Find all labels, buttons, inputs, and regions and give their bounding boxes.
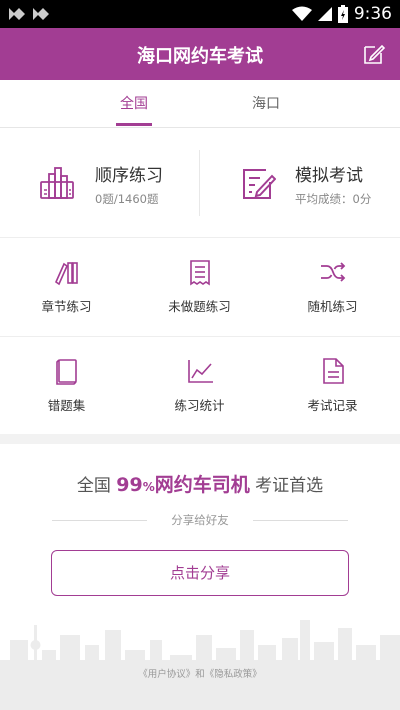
- receipt-icon: [190, 260, 210, 286]
- clock: 9:36: [353, 4, 392, 24]
- grid-label: 随机练习: [307, 299, 358, 314]
- region-tabs: 全国 海口: [0, 80, 400, 128]
- card-title: 模拟考试: [295, 166, 363, 186]
- city-skyline-image: [0, 620, 400, 710]
- card-title: 顺序练习: [95, 166, 163, 186]
- chapter-practice-button[interactable]: 章节练习: [0, 238, 133, 336]
- grid-label: 考试记录: [307, 398, 358, 413]
- status-bar: 9:36: [0, 0, 400, 28]
- unanswered-practice-button[interactable]: 未做题练习: [133, 238, 266, 336]
- books-icon: [54, 262, 78, 286]
- shuffle-icon: [321, 262, 346, 282]
- slogan-highlight: 99%网约车司机: [116, 474, 250, 496]
- mock-exam-card[interactable]: 模拟考试 平均成绩：0分: [200, 128, 400, 238]
- sequential-practice-card[interactable]: 顺序练习 0题/1460题: [0, 128, 200, 238]
- exam-records-button[interactable]: 考试记录: [266, 337, 399, 435]
- average-score: 平均成绩：0分: [295, 192, 372, 206]
- footer-links: 《用户协议》和《隐私政策》: [0, 666, 400, 680]
- notification-icon: [9, 8, 25, 20]
- wrong-questions-button[interactable]: 错题集: [0, 337, 133, 435]
- feature-grid: 章节练习 未做题练习 随机练习 错题集 练习统计 考试记录: [0, 238, 400, 434]
- promo-section: 全国 99%网约车司机 考证首选 分享给好友 点击分享 《用户协议》和《隐私政策…: [0, 444, 400, 710]
- bar-chart-icon: [40, 167, 74, 199]
- share-button[interactable]: 点击分享: [51, 550, 349, 596]
- footer-and: 和: [195, 669, 205, 680]
- notification-icon: [33, 8, 49, 20]
- progress-count: 0题/1460题: [95, 192, 159, 206]
- promo-slogan: 全国 99%网约车司机 考证首选: [0, 470, 400, 497]
- line-chart-icon: [188, 360, 213, 383]
- battery-icon: [337, 5, 348, 23]
- privacy-policy-link[interactable]: 《隐私政策》: [205, 669, 262, 680]
- share-hint: 分享给好友: [52, 512, 348, 528]
- slogan-suffix: 考证首选: [255, 476, 324, 496]
- grid-label: 练习统计: [174, 398, 225, 413]
- document-icon: [323, 358, 344, 384]
- slogan-prefix: 全国: [76, 476, 111, 496]
- wifi-icon: [291, 6, 312, 21]
- page-title: 海口网约车考试: [137, 46, 263, 67]
- grid-row: 章节练习 未做题练习 随机练习: [0, 238, 400, 336]
- grid-label: 错题集: [47, 398, 86, 413]
- tab-haikou[interactable]: 海口: [216, 80, 316, 128]
- divider: [253, 520, 348, 521]
- grid-label: 未做题练习: [168, 299, 231, 314]
- edit-icon[interactable]: [362, 42, 386, 66]
- practice-stats-button[interactable]: 练习统计: [133, 337, 266, 435]
- exam-edit-icon: [243, 169, 276, 199]
- user-agreement-link[interactable]: 《用户协议》: [138, 669, 195, 680]
- app-header: 海口网约车考试: [0, 28, 400, 80]
- main-practice-cards: 顺序练习 0题/1460题 模拟考试 平均成绩：0分: [0, 128, 400, 238]
- notebook-icon: [56, 359, 77, 385]
- grid-label: 章节练习: [41, 299, 92, 314]
- signal-icon: [317, 7, 332, 21]
- grid-row: 错题集 练习统计 考试记录: [0, 336, 400, 434]
- random-practice-button[interactable]: 随机练习: [266, 238, 399, 336]
- tab-national[interactable]: 全国: [84, 80, 184, 128]
